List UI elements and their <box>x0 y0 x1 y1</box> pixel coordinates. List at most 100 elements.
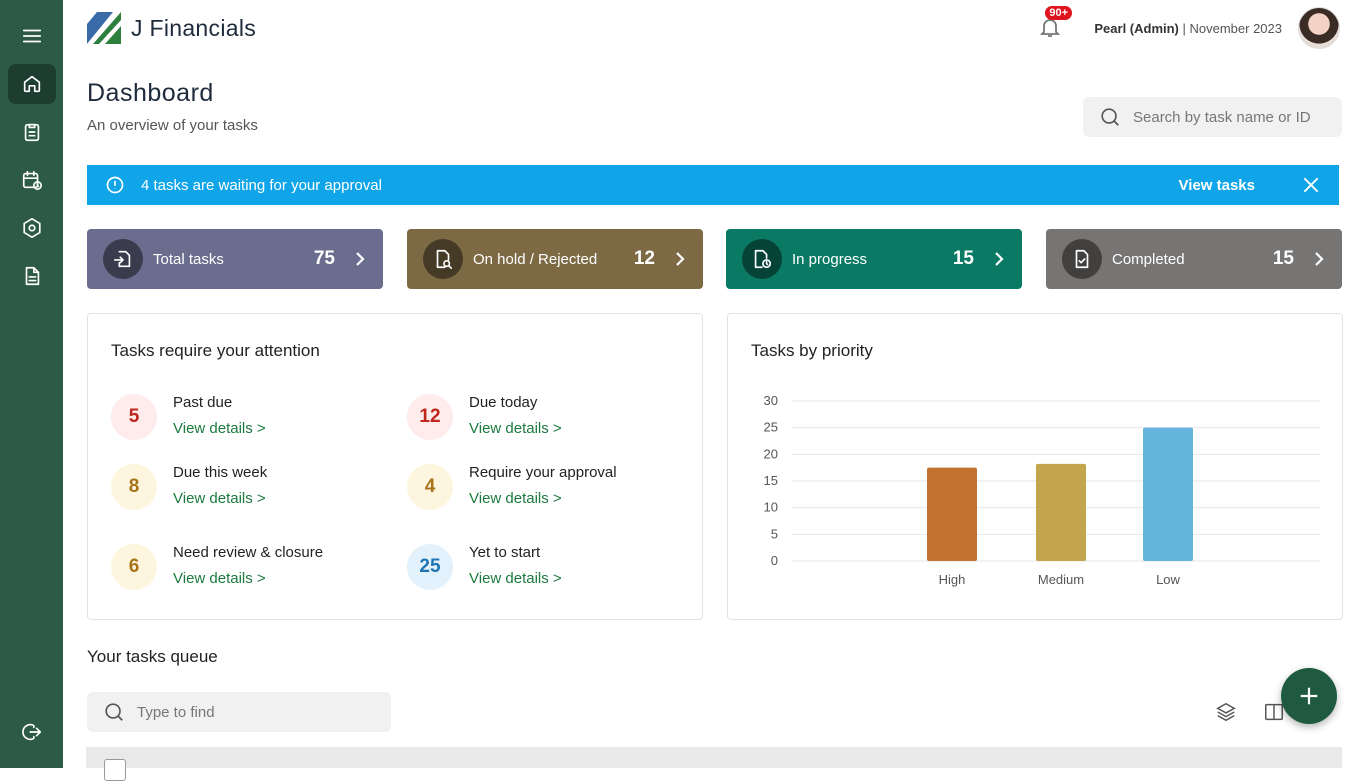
y-tick-label: 30 <box>764 393 778 408</box>
search-icon <box>1101 108 1119 126</box>
add-task-button[interactable] <box>1281 668 1337 724</box>
y-tick-label: 20 <box>764 446 778 461</box>
attention-count: 12 <box>407 394 453 440</box>
task-table-header <box>86 747 1342 781</box>
y-tick-label: 25 <box>764 420 778 435</box>
attention-count: 6 <box>111 544 157 590</box>
attention-count: 5 <box>111 394 157 440</box>
task-import-icon <box>103 239 143 279</box>
attention-label: Require your approval <box>469 464 617 481</box>
plus-icon <box>1300 687 1318 705</box>
layers-icon[interactable] <box>1215 701 1237 723</box>
view-details-link[interactable]: View details > <box>469 420 562 437</box>
priority-title: Tasks by priority <box>751 341 873 360</box>
app-logo[interactable]: J Financials <box>87 12 256 44</box>
calendar-clock-icon[interactable] <box>8 160 56 200</box>
stat-count: 75 <box>313 248 335 269</box>
page-title: Dashboard <box>87 79 214 107</box>
x-tick-label: Low <box>1156 572 1180 587</box>
view-details-link[interactable]: View details > <box>469 490 617 507</box>
priority-bar-chart: 0 5 10 15 20 25 30 High Medium Low <box>764 393 1320 587</box>
info-icon <box>105 175 125 195</box>
view-details-link[interactable]: View details > <box>173 570 323 587</box>
y-tick-label: 15 <box>764 473 778 488</box>
sidebar <box>0 0 63 768</box>
stat-label: Total tasks <box>153 250 224 268</box>
avatar[interactable] <box>1298 7 1340 49</box>
user-info: Pearl (Admin) | November 2023 <box>1094 21 1282 36</box>
queue-title: Your tasks queue <box>87 647 218 666</box>
priority-card: Tasks by priority 0 5 10 15 20 25 30 High Medium… <box>727 313 1343 620</box>
logo-mark-icon <box>87 12 121 44</box>
attention-item-due-this-week: 8 Due this week View details > <box>111 464 267 510</box>
attention-count: 4 <box>407 464 453 510</box>
view-details-link[interactable]: View details > <box>469 570 562 587</box>
stat-on-hold-rejected[interactable]: On hold / Rejected 12 <box>407 229 703 289</box>
attention-label: Need review & closure <box>173 544 324 561</box>
attention-item-require-approval: 4 Require your approval View details > <box>407 464 617 510</box>
task-search-input[interactable] <box>1133 108 1333 126</box>
chevron-right-icon <box>353 252 367 266</box>
user-name: Pearl (Admin) <box>1094 20 1179 36</box>
notification-badge: 90+ <box>1045 6 1073 20</box>
bar-low[interactable] <box>1143 427 1193 561</box>
stat-label: On hold / Rejected <box>473 250 598 268</box>
view-details-link[interactable]: View details > <box>173 420 266 437</box>
notifications-button[interactable]: 90+ <box>1038 6 1073 41</box>
document-search-icon <box>423 239 463 279</box>
attention-item-due-today: 12 Due today View details > <box>407 394 562 440</box>
chevron-right-icon <box>673 252 687 266</box>
attention-label: Past due <box>173 394 233 411</box>
attention-label: Due this week <box>173 464 268 481</box>
chevron-right-icon <box>992 252 1006 266</box>
attention-title: Tasks require your attention <box>111 341 320 360</box>
settings-hex-icon[interactable] <box>8 208 56 248</box>
menu-icon[interactable] <box>8 16 56 56</box>
stat-label: Completed <box>1112 250 1185 268</box>
stat-in-progress[interactable]: In progress 15 <box>726 229 1022 289</box>
queue-search[interactable] <box>87 692 391 732</box>
approval-banner: 4 tasks are waiting for your approval Vi… <box>87 165 1339 205</box>
logout-icon[interactable] <box>8 712 56 752</box>
attention-count: 25 <box>407 544 453 590</box>
document-check-icon <box>1062 239 1102 279</box>
page-subtitle: An overview of your tasks <box>87 117 258 134</box>
attention-item-past-due: 5 Past due View details > <box>111 394 266 440</box>
task-search[interactable] <box>1083 97 1342 137</box>
view-details-link[interactable]: View details > <box>173 490 267 507</box>
attention-item-review-closure: 6 Need review & closure View details > <box>111 544 323 590</box>
attention-label: Due today <box>469 394 538 411</box>
stat-count: 15 <box>1272 248 1294 269</box>
search-icon <box>105 703 123 721</box>
x-tick-label: Medium <box>1038 572 1084 587</box>
y-tick-label: 5 <box>771 526 778 541</box>
clipboard-icon[interactable] <box>8 112 56 152</box>
app-name: J Financials <box>131 14 257 41</box>
stat-total-tasks[interactable]: Total tasks 75 <box>87 229 383 289</box>
current-period: November 2023 <box>1189 20 1283 36</box>
user-area: 90+ Pearl (Admin) | November 2023 <box>1038 6 1340 49</box>
document-icon[interactable] <box>8 256 56 296</box>
stat-completed[interactable]: Completed 15 <box>1046 229 1342 289</box>
queue-search-input[interactable] <box>137 703 377 721</box>
bar-high[interactable] <box>927 467 977 561</box>
x-tick-label: High <box>939 572 966 587</box>
attention-label: Yet to start <box>469 544 541 561</box>
stat-label: In progress <box>792 250 868 268</box>
close-icon[interactable] <box>1301 175 1321 195</box>
y-tick-label: 10 <box>764 500 778 515</box>
main-content: J Financials 90+ Pearl (Admin) | Novembe… <box>63 0 1366 781</box>
attention-count: 8 <box>111 464 157 510</box>
home-icon[interactable] <box>8 64 56 104</box>
user-separator: | <box>1178 20 1190 36</box>
y-tick-label: 0 <box>771 553 778 568</box>
select-all-checkbox[interactable] <box>104 759 126 781</box>
banner-text: 4 tasks are waiting for your approval <box>141 176 382 194</box>
attention-item-yet-to-start: 25 Yet to start View details > <box>407 544 562 590</box>
bar-medium[interactable] <box>1036 463 1086 561</box>
view-tasks-link[interactable]: View tasks <box>1179 177 1255 194</box>
chevron-right-icon <box>1312 252 1326 266</box>
document-clock-icon <box>742 239 782 279</box>
stat-count: 12 <box>633 248 655 269</box>
stat-count: 15 <box>952 248 974 269</box>
